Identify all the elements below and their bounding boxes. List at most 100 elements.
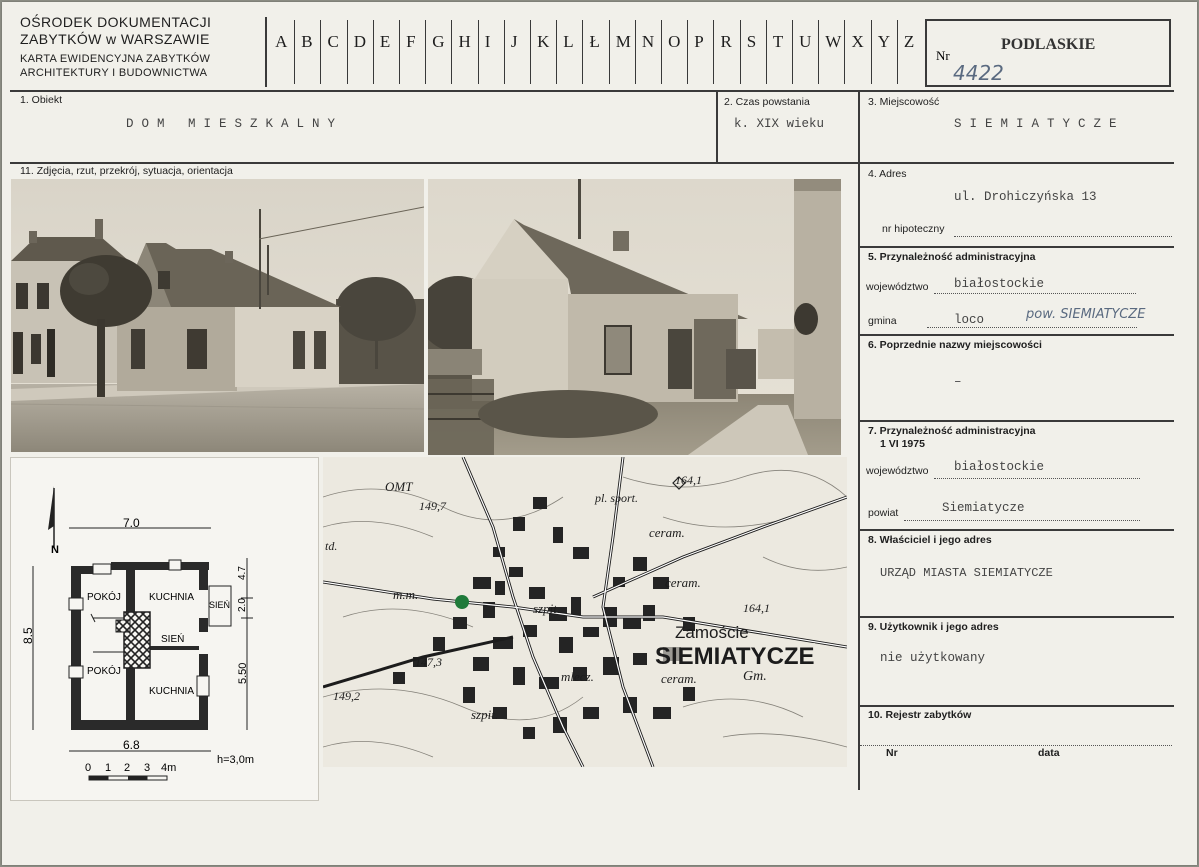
dim-left: 8.5	[21, 627, 35, 644]
map-label-td: td.	[325, 539, 338, 553]
alphabet-letter: F	[406, 32, 416, 51]
voivodeship-5: białostockie	[954, 277, 1045, 291]
scale-tick-label: 0	[85, 762, 92, 774]
voivodeship-label-7: województwo	[866, 465, 929, 477]
map-label-h1641a: 164,1	[675, 473, 702, 487]
voivodeship-7: białostockie	[954, 460, 1045, 474]
room-pokoj-bot: POKÓJ	[87, 666, 121, 677]
alphabet-letter: X	[851, 32, 864, 51]
alphabet-letter: W	[825, 32, 842, 51]
alphabet-letter: P	[694, 32, 704, 51]
map-label-h1497: 149,7	[419, 499, 446, 513]
org-line-2: ZABYTKÓW w WARSZAWIE	[20, 31, 210, 47]
alphabet-letter: J	[510, 32, 518, 51]
number-box: Nr 4422 PODLASKIE	[925, 19, 1171, 87]
alphabet-letter: G	[432, 32, 445, 51]
dim-right-top: 4.7	[237, 566, 248, 580]
nr-value: 4422	[953, 61, 1004, 85]
map-district: Zamoście	[675, 623, 749, 642]
county-label: powiat	[868, 507, 899, 519]
region-name: PODLASKIE	[1001, 36, 1096, 53]
map-town-name: SIEMIATYCZE	[655, 643, 815, 671]
nr-label: Nr	[936, 48, 950, 63]
alphabet-letter: L	[563, 32, 574, 51]
construction-date: k. XIX wieku	[734, 117, 825, 131]
dim-top: 7.0	[123, 516, 140, 530]
field-9-label: 9. Użytkownik i jego adres	[868, 621, 999, 633]
record-card: OŚRODEK DOKUMENTACJI ZABYTKÓW w WARSZAWI…	[2, 2, 1197, 865]
commune: loco	[954, 313, 985, 327]
previous-names: –	[954, 375, 962, 389]
map-label-ceram2: ceram.	[665, 575, 701, 590]
map-label-h1473: 147,3	[415, 655, 442, 669]
alphabet-letter: R	[720, 32, 732, 51]
commune-label: gmina	[868, 315, 897, 327]
alphabet-letter: A	[275, 32, 288, 51]
map-label-spot: pl. sport.	[595, 491, 639, 505]
alphabet-letter: Y	[877, 32, 890, 51]
map-label-h1641b: 164,1	[743, 601, 770, 615]
field-3-label: 3. Miejscowość	[868, 96, 940, 108]
voivodeship-label-5: województwo	[866, 281, 929, 293]
mortgage-number-label: nr hipoteczny	[882, 223, 945, 235]
user: nie użytkowany	[880, 651, 986, 665]
alphabet-letter: B	[301, 32, 313, 51]
locality: SIEMIATYCZE	[954, 117, 1125, 131]
map-label-szpit2: szpit.	[471, 707, 499, 722]
org-line-4: ARCHITEKTURY I BUDOWNICTWA	[20, 67, 208, 79]
alphabet-letter: I	[484, 32, 491, 51]
room-sien-mid: SIEŃ	[161, 634, 185, 645]
building-height: h=3,0m	[217, 754, 254, 766]
room-kuchnia-top: KUCHNIA	[149, 592, 195, 603]
photo-street-view	[11, 179, 424, 452]
alphabet-letter: C	[327, 32, 339, 51]
alphabet-letter: U	[799, 32, 812, 51]
map-label-mlecz: mlecz.	[561, 669, 594, 684]
alphabet-letter: N	[641, 32, 655, 51]
field-1-label: 1. Obiekt	[20, 94, 63, 106]
register-date-label: data	[1038, 747, 1060, 759]
scale-tick-label: 4m	[161, 762, 177, 774]
alphabet-letter: K	[537, 32, 550, 51]
room-kuchnia-bot: KUCHNIA	[149, 686, 195, 697]
object-name: DOM MIESZKALNY	[126, 117, 344, 131]
floor-plan-panel: N 7.0 8.5 4.7 2.0 5.50 6.8 POKÓJ KUCHNIA…	[10, 457, 319, 801]
org-line-3: KARTA EWIDENCYJNA ZABYTKÓW	[20, 53, 211, 65]
location-map: SIEMIATYCZE Zamoście OMT 149,7 pl. sport. 1…	[323, 457, 847, 767]
scale-tick-label: 2	[124, 762, 131, 774]
map-label-ceram1: ceram.	[649, 525, 685, 540]
alphabet-letter: O	[668, 32, 681, 51]
organization-block: OŚRODEK DOKUMENTACJI ZABYTKÓW w WARSZAWI…	[20, 14, 260, 80]
register-nr-label: Nr	[886, 747, 898, 759]
field-4-label: 4. Adres	[868, 168, 907, 180]
alphabet-letter: Ł	[589, 32, 600, 51]
photo-house-side	[428, 179, 841, 455]
alphabet-letter: T	[772, 32, 784, 51]
field-10-label: 10. Rejestr zabytków	[868, 709, 972, 721]
map-label-ceram3: ceram.	[661, 671, 697, 686]
dim-bottom: 6.8	[123, 738, 140, 752]
field-7-label: 7. Przynależność administracyjna	[868, 425, 1036, 437]
scale-tick-label: 1	[105, 762, 112, 774]
address: ul. Drohiczyńska 13	[954, 190, 1097, 204]
field-2-label: 2. Czas powstania	[724, 96, 810, 108]
field-6-label: 6. Poprzednie nazwy miejscowości	[868, 339, 1042, 351]
dim-right-mid: 2.0	[237, 598, 248, 612]
room-sien-small: SIEŃ	[209, 600, 231, 610]
field-8-label: 8. Właściciel i jego adres	[868, 534, 992, 546]
field-11-label: 11. Zdjęcia, rzut, przekrój, sytuacja, o…	[20, 165, 233, 177]
map-label-szpit1: szpit.	[533, 601, 561, 616]
map-label-h1492: 149,2	[333, 689, 360, 703]
map-label-gm: Gm.	[743, 669, 767, 684]
alphabet-letter: D	[353, 32, 366, 51]
map-label-omt: OMT	[385, 479, 413, 494]
dim-right-bot: 5.50	[237, 662, 249, 684]
alphabet-letter: M	[615, 32, 631, 51]
north-label: N	[51, 544, 59, 556]
alphabet-letter: E	[379, 32, 391, 51]
commune-handwritten: pow. SIEMIATYCZE	[1026, 307, 1146, 322]
alphabet-letter: Z	[903, 32, 915, 51]
map-label-mm: m.m.	[393, 587, 419, 602]
scale-tick-label: 3	[144, 762, 151, 774]
owner: URZĄD MIASTA SIEMIATYCZE	[880, 566, 1053, 580]
